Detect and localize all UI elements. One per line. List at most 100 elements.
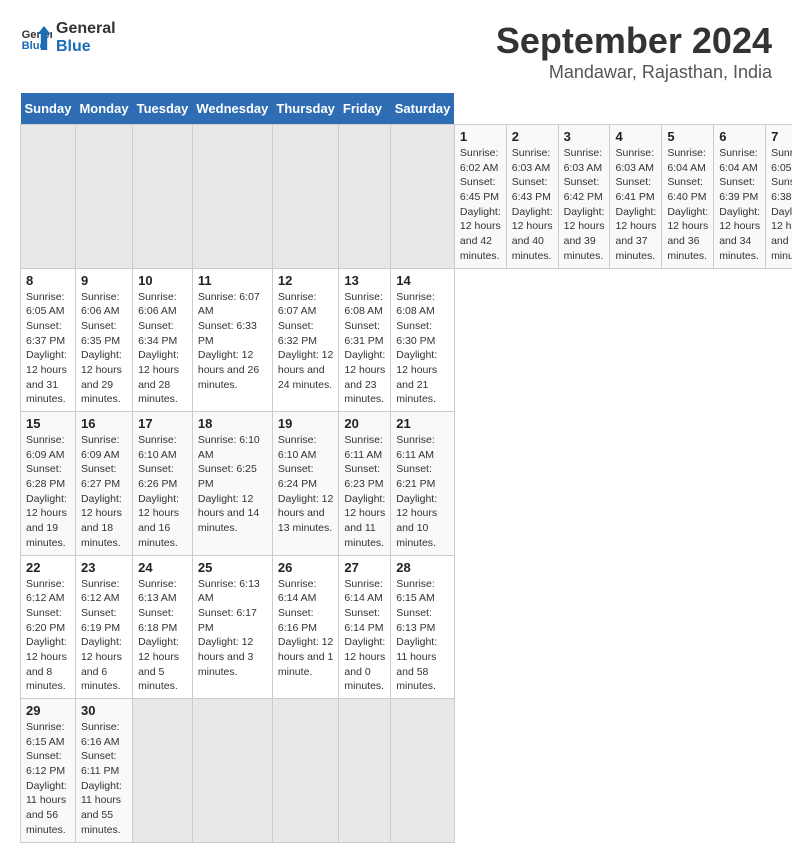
weekday-header-saturday: Saturday [391,93,455,125]
day-number: 25 [198,560,267,575]
calendar-cell: 29Sunrise: 6:15 AMSunset: 6:12 PMDayligh… [21,699,76,843]
calendar-cell: 25Sunrise: 6:13 AMSunset: 6:17 PMDayligh… [192,555,272,699]
day-info: Sunrise: 6:09 AMSunset: 6:27 PMDaylight:… [81,433,127,551]
day-info: Sunrise: 6:03 AMSunset: 6:42 PMDaylight:… [564,146,605,264]
day-number: 23 [81,560,127,575]
weekday-header-wednesday: Wednesday [192,93,272,125]
day-number: 30 [81,703,127,718]
day-number: 22 [26,560,70,575]
calendar-cell: 23 Sunrise: 6:12 AMSunset: 6:19 PMDayligh… [75,555,132,699]
day-number: 13 [344,273,385,288]
calendar-cell [133,125,193,269]
calendar-cell: 18Sunrise: 6:10 AMSunset: 6:25 PMDayligh… [192,412,272,556]
calendar-cell: 28Sunrise: 6:15 AMSunset: 6:13 PMDayligh… [391,555,455,699]
calendar-cell: 27 Sunrise: 6:14 AMSunset: 6:14 PMDayligh… [339,555,391,699]
day-info: Sunrise: 6:11 AMSunset: 6:23 PMDaylight:… [344,433,385,551]
calendar-cell: 10 Sunrise: 6:06 AMSunset: 6:34 PMDayligh… [133,268,193,412]
day-info: Sunrise: 6:10 AMSunset: 6:24 PMDaylight:… [278,433,334,536]
calendar-cell: 7 Sunrise: 6:05 AMSunset: 6:38 PMDaylight… [766,125,792,269]
calendar-cell: 24 Sunrise: 6:13 AMSunset: 6:18 PMDayligh… [133,555,193,699]
day-number: 16 [81,416,127,431]
calendar-cell: 9 Sunrise: 6:06 AMSunset: 6:35 PMDaylight… [75,268,132,412]
day-info: Sunrise: 6:02 AMSunset: 6:45 PMDaylight:… [460,146,501,264]
day-number: 3 [564,129,605,144]
day-info: Sunrise: 6:05 AMSunset: 6:38 PMDaylight:… [771,146,792,264]
day-info: Sunrise: 6:13 AMSunset: 6:18 PMDaylight:… [138,577,187,695]
day-info: Sunrise: 6:10 AMSunset: 6:26 PMDaylight:… [138,433,187,551]
day-number: 10 [138,273,187,288]
day-info: Sunrise: 6:12 AMSunset: 6:19 PMDaylight:… [81,577,127,695]
weekday-header-friday: Friday [339,93,391,125]
day-number: 20 [344,416,385,431]
day-number: 15 [26,416,70,431]
day-number: 2 [512,129,553,144]
day-number: 8 [26,273,70,288]
day-info: Sunrise: 6:07 AMSunset: 6:32 PMDaylight:… [278,290,334,393]
day-number: 27 [344,560,385,575]
calendar-cell: 30Sunrise: 6:16 AMSunset: 6:11 PMDayligh… [75,699,132,843]
day-number: 4 [615,129,656,144]
calendar-week-row: 8 Sunrise: 6:05 AMSunset: 6:37 PMDaylight… [21,268,792,412]
title-area: September 2024 Mandawar, Rajasthan, Indi… [496,20,772,83]
day-number: 26 [278,560,334,575]
calendar-table: SundayMondayTuesdayWednesdayThursdayFrid… [20,93,792,843]
calendar-cell [272,125,339,269]
calendar-cell [192,125,272,269]
calendar-cell: 16 Sunrise: 6:09 AMSunset: 6:27 PMDayligh… [75,412,132,556]
weekday-header-tuesday: Tuesday [133,93,193,125]
day-number: 7 [771,129,792,144]
weekday-header-monday: Monday [75,93,132,125]
calendar-cell: 22 Sunrise: 6:12 AMSunset: 6:20 PMDayligh… [21,555,76,699]
calendar-week-row: 1 Sunrise: 6:02 AMSunset: 6:45 PMDaylight… [21,125,792,269]
calendar-cell: 3 Sunrise: 6:03 AMSunset: 6:42 PMDaylight… [558,125,610,269]
calendar-cell [339,699,391,843]
logo-text-blue: Blue [56,38,116,56]
calendar-cell: 11Sunrise: 6:07 AMSunset: 6:33 PMDayligh… [192,268,272,412]
day-info: Sunrise: 6:06 AMSunset: 6:35 PMDaylight:… [81,290,127,408]
calendar-week-row: 29Sunrise: 6:15 AMSunset: 6:12 PMDayligh… [21,699,792,843]
month-year-title: September 2024 [496,20,772,62]
calendar-cell [75,125,132,269]
day-info: Sunrise: 6:09 AMSunset: 6:28 PMDaylight:… [26,433,70,551]
day-info: Sunrise: 6:04 AMSunset: 6:40 PMDaylight:… [667,146,708,264]
calendar-cell [21,125,76,269]
weekday-header-thursday: Thursday [272,93,339,125]
calendar-cell: 14Sunrise: 6:08 AMSunset: 6:30 PMDayligh… [391,268,455,412]
day-number: 18 [198,416,267,431]
day-number: 1 [460,129,501,144]
calendar-cell [272,699,339,843]
logo-icon: General Blue [20,22,52,54]
calendar-cell: 8 Sunrise: 6:05 AMSunset: 6:37 PMDaylight… [21,268,76,412]
calendar-cell: 2Sunrise: 6:03 AMSunset: 6:43 PMDaylight… [506,125,558,269]
calendar-cell: 15 Sunrise: 6:09 AMSunset: 6:28 PMDayligh… [21,412,76,556]
day-number: 14 [396,273,449,288]
day-number: 12 [278,273,334,288]
day-number: 24 [138,560,187,575]
day-number: 28 [396,560,449,575]
day-info: Sunrise: 6:12 AMSunset: 6:20 PMDaylight:… [26,577,70,695]
calendar-cell: 6Sunrise: 6:04 AMSunset: 6:39 PMDaylight… [714,125,766,269]
calendar-cell [391,699,455,843]
day-info: Sunrise: 6:06 AMSunset: 6:34 PMDaylight:… [138,290,187,408]
calendar-cell: 4 Sunrise: 6:03 AMSunset: 6:41 PMDaylight… [610,125,662,269]
calendar-cell [192,699,272,843]
day-info: Sunrise: 6:11 AMSunset: 6:21 PMDaylight:… [396,433,449,551]
day-info: Sunrise: 6:03 AMSunset: 6:41 PMDaylight:… [615,146,656,264]
calendar-cell: 26 Sunrise: 6:14 AMSunset: 6:16 PMDayligh… [272,555,339,699]
day-number: 5 [667,129,708,144]
day-info: Sunrise: 6:15 AMSunset: 6:12 PMDaylight:… [26,720,70,838]
day-info: Sunrise: 6:08 AMSunset: 6:31 PMDaylight:… [344,290,385,408]
day-number: 11 [198,273,267,288]
calendar-cell [391,125,455,269]
day-number: 9 [81,273,127,288]
calendar-week-row: 22 Sunrise: 6:12 AMSunset: 6:20 PMDayligh… [21,555,792,699]
day-info: Sunrise: 6:14 AMSunset: 6:16 PMDaylight:… [278,577,334,680]
day-info: Sunrise: 6:05 AMSunset: 6:37 PMDaylight:… [26,290,70,408]
calendar-cell: 17Sunrise: 6:10 AMSunset: 6:26 PMDayligh… [133,412,193,556]
calendar-cell: 20 Sunrise: 6:11 AMSunset: 6:23 PMDayligh… [339,412,391,556]
calendar-cell [133,699,193,843]
calendar-cell [339,125,391,269]
calendar-week-row: 15 Sunrise: 6:09 AMSunset: 6:28 PMDayligh… [21,412,792,556]
calendar-cell: 1 Sunrise: 6:02 AMSunset: 6:45 PMDaylight… [454,125,506,269]
day-info: Sunrise: 6:14 AMSunset: 6:14 PMDaylight:… [344,577,385,695]
